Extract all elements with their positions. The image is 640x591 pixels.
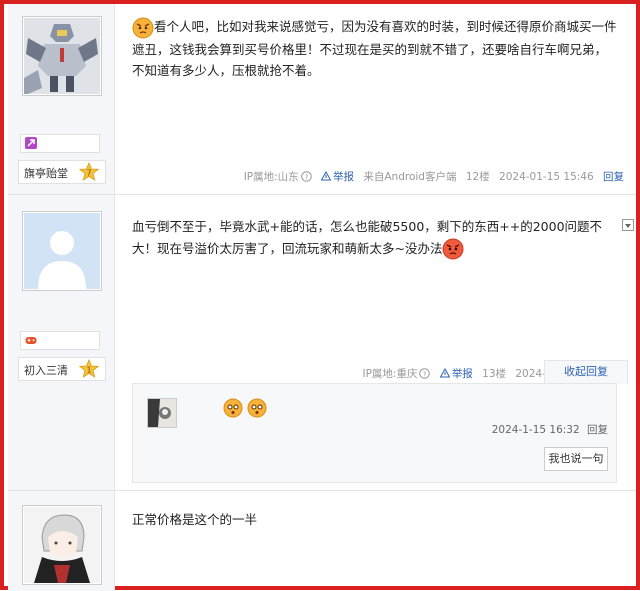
avatar[interactable] [22, 16, 102, 96]
emoji-surprised-icon [247, 398, 267, 418]
post-tail: IP属地:山东? 举报 来自Android客户端 12楼 2024-01-15 … [238, 169, 624, 184]
post-content: 血亏倒不至于，毕竟水武+能的话，怎么也能破5500，剩下的东西++的2000问题… [132, 216, 618, 260]
author-sidebar [8, 491, 115, 591]
floor-number: 13楼 [482, 368, 507, 380]
sub-reply-emojis [223, 398, 267, 421]
level-star-icon: 1 [79, 359, 99, 378]
anime-avatar-icon [24, 507, 100, 583]
source-label: 来自Android客户端 [363, 171, 457, 183]
level-badge[interactable]: 初入三清 1 [18, 357, 106, 381]
emoji-surprised-icon [223, 398, 243, 418]
report-link[interactable]: 举报 [320, 170, 355, 183]
post-text: 正常价格是这个的一半 [132, 512, 258, 527]
svg-text:?: ? [304, 173, 308, 181]
collapse-reply-tab[interactable]: 收起回复 [544, 360, 628, 384]
badge-slot [20, 134, 100, 153]
level-number: 1 [86, 366, 91, 375]
chevron-down-icon [625, 224, 631, 228]
sub-avatar-icon [148, 399, 176, 427]
report-icon [320, 170, 332, 181]
help-icon[interactable]: ? [419, 368, 431, 379]
author-sidebar: 旗亭贻堂 7 [8, 4, 115, 194]
post-menu-toggle[interactable] [622, 219, 634, 231]
level-star-icon: 7 [79, 162, 99, 181]
avatar[interactable] [22, 211, 102, 291]
level-number: 7 [86, 169, 91, 178]
sub-reply-avatar[interactable] [147, 398, 177, 428]
post-content: 看个人吧，比如对我来说感觉亏，因为没有喜欢的时装，到时候还得原价商城买一件遮丑，… [132, 16, 618, 82]
report-link[interactable]: 举报 [439, 367, 473, 380]
screenshot-frame: 旗亭贻堂 7 看个人吧，比如对我来说感觉亏，因为没有喜欢的时装，到时候还得原价商… [0, 0, 640, 591]
post-text: 看个人吧，比如对我来说感觉亏，因为没有喜欢的时装，到时候还得原价商城买一件遮丑，… [132, 19, 617, 78]
badge-gamepad-icon [25, 337, 37, 344]
svg-text:?: ? [423, 370, 427, 378]
post-floor-14: 正常价格是这个的一半 [8, 491, 636, 591]
ip-location: IP属地:重庆 [362, 368, 418, 380]
floor-number: 12楼 [465, 171, 490, 183]
report-label: 举报 [451, 368, 473, 380]
post-floor-13: 初入三清 1 血亏倒不至于，毕竟水武+能的话，怎么也能破5500，剩下的东西++… [8, 195, 636, 491]
default-avatar-icon [24, 213, 100, 289]
sub-reply-meta: 2024-1-15 16:32 回复 [488, 422, 608, 437]
avatar[interactable] [22, 505, 102, 585]
sub-reply-time: 2024-1-15 16:32 [491, 424, 580, 436]
say-something-button[interactable]: 我也说一句 [544, 447, 608, 471]
post-floor-12: 旗亭贻堂 7 看个人吧，比如对我来说感觉亏，因为没有喜欢的时装，到时候还得原价商… [8, 4, 636, 195]
sub-reply-link[interactable]: 回复 [587, 424, 608, 436]
emoji-angry-red-icon [442, 238, 464, 260]
report-icon [439, 367, 451, 378]
sub-reply-panel: 2024-1-15 16:32 回复 我也说一句 [132, 383, 617, 483]
level-name: 旗亭贻堂 [24, 167, 68, 180]
post-content: 正常价格是这个的一半 [132, 509, 618, 531]
source-client[interactable]: 来自Android客户端 [363, 171, 456, 183]
reply-link[interactable]: 回复 [603, 171, 624, 183]
badge-slot [20, 331, 100, 350]
author-sidebar: 初入三清 1 [8, 195, 115, 490]
level-name: 初入三清 [24, 364, 68, 377]
help-icon[interactable]: ? [300, 171, 312, 182]
gundam-avatar-icon [24, 18, 100, 94]
post-time: 2024-01-15 15:46 [499, 171, 594, 183]
post-text: 血亏倒不至于，毕竟水武+能的话，怎么也能破5500，剩下的东西++的2000问题… [132, 219, 603, 256]
emoji-angry-icon [132, 17, 154, 38]
report-label: 举报 [333, 171, 355, 183]
level-badge[interactable]: 旗亭贻堂 7 [18, 160, 106, 184]
badge-arrow-icon [25, 137, 37, 149]
ip-location: IP属地:山东 [243, 171, 299, 183]
